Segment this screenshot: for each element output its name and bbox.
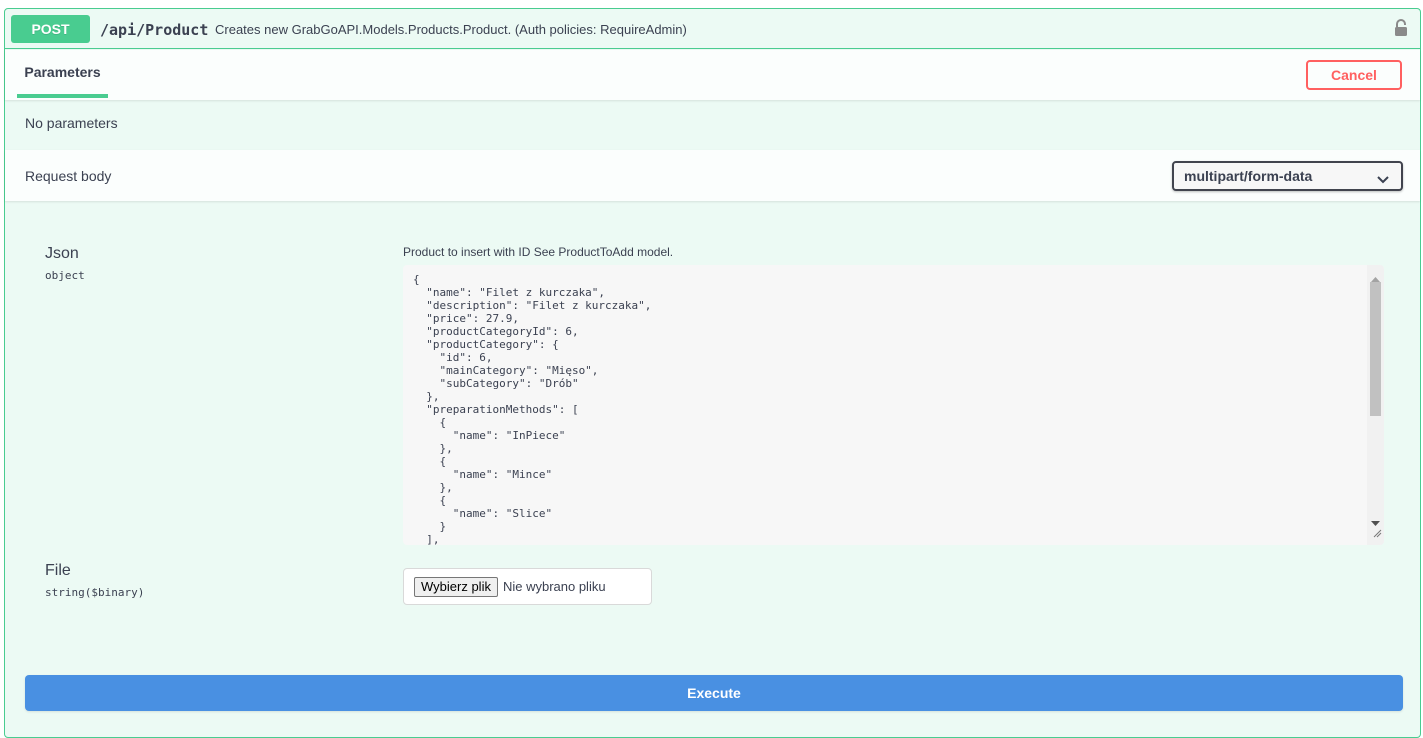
operation-description: Creates new GrabGoAPI.Models.Products.Pr… bbox=[215, 22, 687, 37]
json-textarea[interactable]: { "name": "Filet z kurczaka", "descripti… bbox=[403, 265, 1384, 545]
json-textarea-content: { "name": "Filet z kurczaka", "descripti… bbox=[413, 273, 652, 545]
json-field-type: object bbox=[45, 269, 85, 282]
parameters-section-header: Parameters Cancel bbox=[5, 50, 1420, 100]
choose-file-button[interactable]: Wybierz plik bbox=[414, 576, 498, 597]
textarea-scrollbar[interactable] bbox=[1367, 265, 1384, 545]
operation-block-post-product: POST /api/Product Creates new GrabGoAPI.… bbox=[4, 8, 1421, 738]
file-input[interactable]: Wybierz plik Nie wybrano pliku bbox=[403, 568, 652, 605]
execute-button[interactable]: Execute bbox=[25, 675, 1403, 711]
resize-handle-icon[interactable] bbox=[1372, 525, 1382, 543]
content-type-select[interactable]: multipart/form-data bbox=[1172, 161, 1403, 191]
request-body-header: Request body multipart/form-data bbox=[5, 150, 1420, 201]
operation-path: /api/Product bbox=[100, 21, 209, 39]
method-badge: POST bbox=[11, 15, 90, 43]
lock-icon[interactable] bbox=[1394, 19, 1408, 37]
file-field-type: string($binary) bbox=[45, 586, 145, 599]
file-field-name: File bbox=[45, 562, 71, 579]
tab-parameters[interactable]: Parameters bbox=[17, 50, 108, 98]
operation-summary[interactable]: POST /api/Product Creates new GrabGoAPI.… bbox=[5, 9, 1420, 49]
json-field-description: Product to insert with ID See ProductToA… bbox=[403, 245, 674, 259]
request-body-title: Request body bbox=[25, 168, 112, 184]
json-field-name: Json bbox=[45, 245, 79, 262]
file-status-text: Nie wybrano pliku bbox=[502, 579, 606, 594]
no-parameters-text: No parameters bbox=[25, 115, 118, 131]
chevron-down-icon bbox=[1377, 171, 1389, 187]
cancel-button[interactable]: Cancel bbox=[1306, 60, 1402, 90]
scroll-thumb[interactable] bbox=[1370, 282, 1381, 416]
content-type-value: multipart/form-data bbox=[1184, 168, 1313, 184]
